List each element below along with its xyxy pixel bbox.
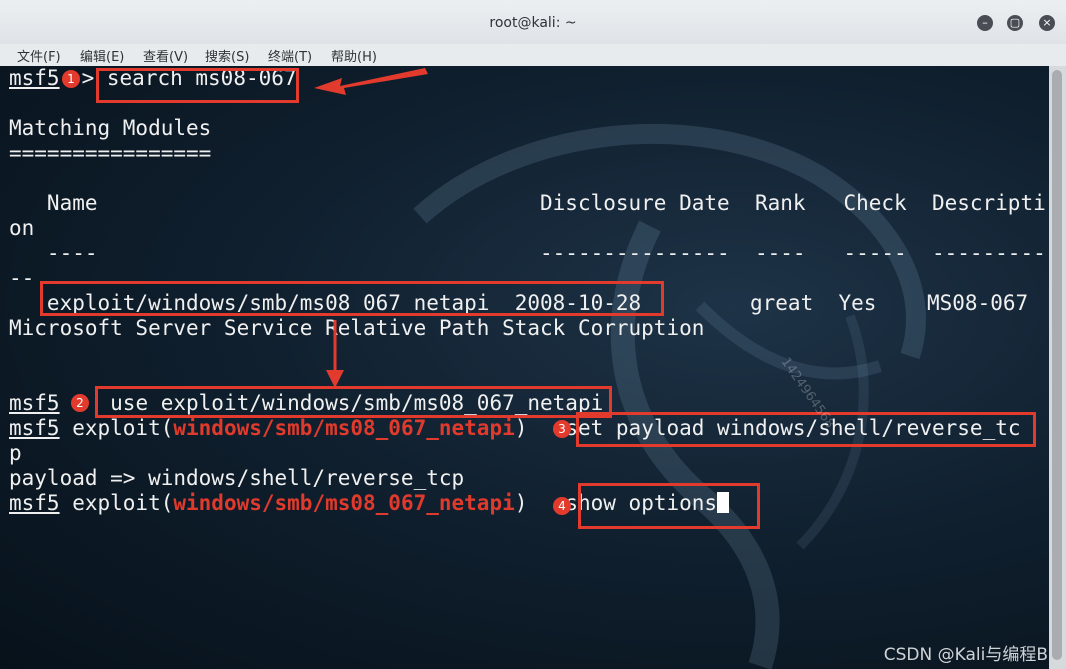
step-badge-3: 3 <box>553 420 571 438</box>
csdn-credit: CSDN @Kali与编程B <box>883 645 1048 665</box>
step-badge-1: 1 <box>62 70 80 88</box>
annotation-arrows <box>314 68 428 388</box>
menu-bar: 文件(F) 编辑(E) 查看(V) 搜索(S) 终端(T) 帮助(H) <box>0 44 1066 67</box>
window-title: root@kali: ~ <box>489 15 577 31</box>
menu-help[interactable]: 帮助(H) <box>331 46 377 65</box>
menu-file[interactable]: 文件(F) <box>17 46 61 65</box>
arrow-head-down-icon <box>326 370 344 388</box>
menu-view[interactable]: 查看(V) <box>143 46 188 65</box>
menu-terminal[interactable]: 终端(T) <box>268 46 312 65</box>
step-badge-4: 4 <box>553 497 571 515</box>
step-badge-2: 2 <box>71 394 89 412</box>
title-bar[interactable]: root@kali: ~ – ▢ × <box>0 0 1066 45</box>
scrollbar-thumb[interactable] <box>1052 70 1062 660</box>
minimize-button[interactable]: – <box>977 15 993 31</box>
menu-search[interactable]: 搜索(S) <box>205 46 249 65</box>
menu-edit[interactable]: 编辑(E) <box>80 46 124 65</box>
arrow-to-search-icon <box>314 68 428 95</box>
terminal-output[interactable]: msf5 > search ms08-067 Matching Modules =… <box>0 66 1049 669</box>
vertical-scrollbar[interactable] <box>1049 66 1066 669</box>
terminal-window: root@kali: ~ – ▢ × 文件(F) 编辑(E) 查看(V) 搜索(… <box>0 0 1066 669</box>
close-button[interactable]: × <box>1039 15 1055 31</box>
maximize-button[interactable]: ▢ <box>1007 15 1023 31</box>
